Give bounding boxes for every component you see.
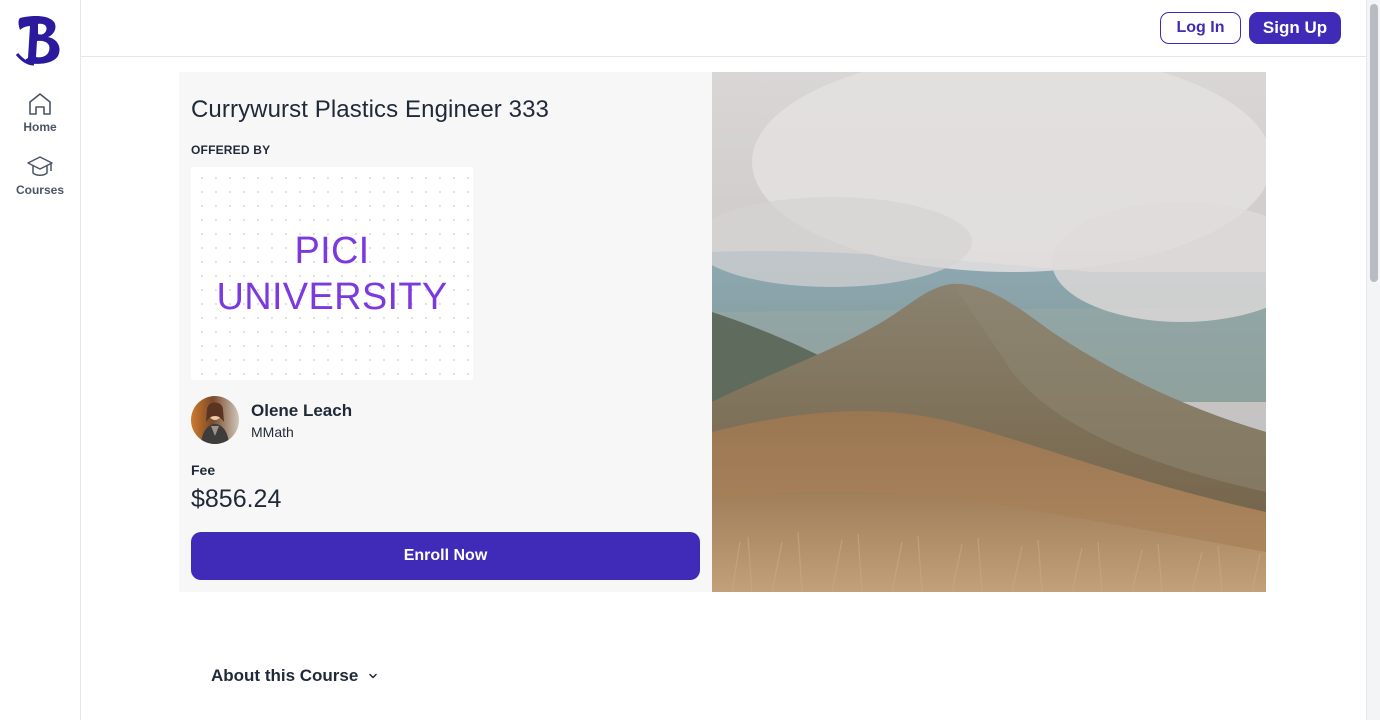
top-header: Log In Sign Up [81,0,1366,57]
course-title: Currywurst Plastics Engineer 333 [191,96,550,123]
page-scrollbar[interactable] [1366,0,1380,720]
course-hero-image [712,72,1266,592]
provider-logo[interactable]: PICI UNIVERSITY [191,167,473,380]
offered-by-label: OFFERED BY [191,143,271,157]
instructor-avatar [191,396,239,444]
sidebar: Home Courses [0,0,81,720]
about-course-label: About this Course [211,666,359,685]
sidebar-item-label: Courses [15,183,65,197]
enroll-now-button[interactable]: Enroll Now [191,532,700,580]
fee-label: Fee [191,462,216,478]
b-logo-icon[interactable] [14,14,66,66]
provider-name-line1: PICI [294,229,370,272]
instructor-name: Olene Leach [251,401,353,420]
instructor-degree: MMath [251,424,294,440]
scrollbar-thumb[interactable] [1370,4,1378,282]
graduation-cap-icon [27,156,53,176]
home-icon [29,93,51,115]
login-button[interactable]: Log In [1160,12,1241,44]
course-info-card: Currywurst Plastics Engineer 333 OFFERED… [179,72,712,592]
signup-button[interactable]: Sign Up [1249,12,1341,44]
fee-value: $856.24 [191,485,282,513]
provider-name-line2: UNIVERSITY [216,275,448,318]
sidebar-item-home[interactable]: Home [0,90,80,134]
about-course-toggle[interactable]: About this Course [211,666,379,686]
sidebar-item-courses[interactable]: Courses [0,153,80,197]
sidebar-item-label: Home [23,120,57,134]
chevron-down-icon [369,673,378,679]
